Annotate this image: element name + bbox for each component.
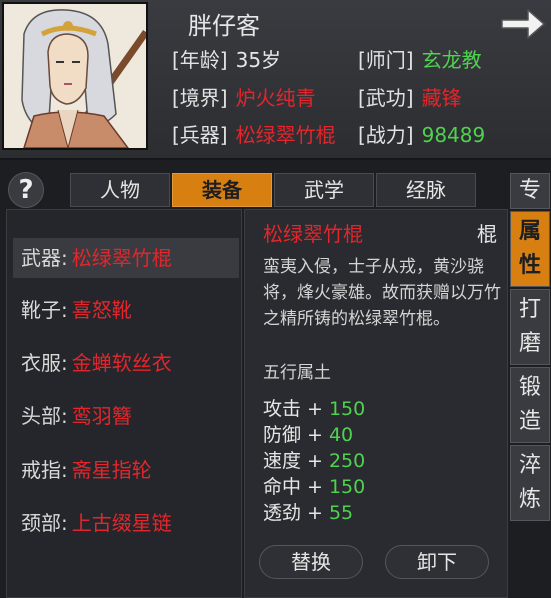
unequip-button[interactable]: 卸下 (385, 545, 489, 579)
slot-weapon-value: 松绿翠竹棍 (71, 246, 172, 270)
attr-value: 150 (328, 398, 366, 420)
character-portrait (2, 2, 148, 150)
stat-sect: [师门] 玄龙教 (358, 45, 482, 75)
tab-equipment[interactable]: 装备 (172, 173, 272, 207)
item-attribute-list: 攻击 +150 防御 +40 速度 +250 命中 +150 透劲 +55 (263, 396, 365, 526)
stat-weapon-value: 松绿翠竹棍 (235, 123, 336, 147)
stat-age-value: 35岁 (235, 48, 282, 72)
stat-weapon-label: [兵器] (172, 123, 228, 147)
slot-boots-label: 靴子: (21, 298, 68, 322)
side-tab-attributes-char-2: 性 (518, 253, 541, 278)
stat-power-label: [战力] (358, 123, 414, 147)
slot-ring-label: 戒指: (21, 458, 68, 482)
stat-sect-label: [师门] (358, 48, 414, 72)
attr-value: 40 (328, 424, 354, 446)
stat-realm-label: [境界] (172, 86, 228, 110)
side-tab-temper[interactable]: 淬 炼 (510, 445, 550, 521)
attr-label: 速度 (263, 450, 302, 472)
attr-value: 55 (328, 502, 354, 524)
stat-age-label: [年龄] (172, 48, 228, 72)
slot-weapon-label: 武器: (21, 246, 68, 270)
slot-clothes-value: 金蝉软丝衣 (71, 351, 172, 375)
attr-value: 150 (328, 476, 366, 498)
item-type: 棍 (477, 222, 497, 246)
slot-neck[interactable]: 颈部: 上古缀星链 (13, 503, 239, 543)
side-tab-polish-char-1: 打 (518, 297, 541, 322)
attr-label: 防御 (263, 424, 302, 446)
equipment-slot-list: 武器: 松绿翠竹棍 靴子: 喜怒靴 衣服: 金蝉软丝衣 头部: 鸾羽簪 戒指: 斋星指轮 … (6, 209, 242, 598)
item-detail-panel: 松绿翠竹棍 棍 蛮夷入侵，士子从戎，黄沙骁将，烽火豪雄。故而获赠以万竹之精所铸的… (244, 209, 508, 598)
attr-row: 防御 +40 (263, 424, 354, 446)
attr-row: 透劲 +55 (263, 502, 354, 524)
side-tab-temper-char-1: 淬 (518, 453, 541, 478)
slot-clothes[interactable]: 衣服: 金蝉软丝衣 (13, 343, 239, 383)
side-tab-exclusive[interactable]: 专 (510, 173, 550, 209)
stat-power: [战力] 98489 (358, 120, 485, 150)
stat-sect-value: 玄龙教 (421, 48, 482, 72)
side-tab-forge-char-1: 锻 (518, 375, 541, 400)
side-tab-polish[interactable]: 打 磨 (510, 289, 550, 365)
stat-realm-value: 炉火纯青 (235, 86, 316, 110)
slot-boots-value: 喜怒靴 (71, 298, 132, 322)
slot-head-value: 鸾羽簪 (71, 404, 132, 428)
attr-row: 速度 +250 (263, 450, 366, 472)
slot-ring-value: 斋星指轮 (71, 458, 152, 482)
side-tab-temper-char-2: 炼 (518, 487, 541, 512)
side-tab-forge[interactable]: 锻 造 (510, 367, 550, 443)
attr-row: 攻击 +150 (263, 398, 366, 420)
attr-row: 命中 +150 (263, 476, 366, 498)
tab-character[interactable]: 人物 (70, 173, 170, 207)
side-tab-exclusive-label: 专 (518, 178, 541, 203)
stat-weapon: [兵器] 松绿翠竹棍 (172, 120, 336, 150)
slot-neck-value: 上古缀星链 (71, 511, 172, 535)
slot-weapon[interactable]: 武器: 松绿翠竹棍 (13, 238, 239, 278)
attr-label: 命中 (263, 476, 302, 498)
side-tab-attributes[interactable]: 属 性 (510, 211, 550, 287)
character-name: 胖仔客 (188, 12, 260, 40)
slot-head[interactable]: 头部: 鸾羽簪 (13, 396, 239, 436)
attr-label: 攻击 (263, 398, 302, 420)
side-tab-polish-char-2: 磨 (518, 331, 541, 356)
stat-skill-label: [武功] (358, 86, 414, 110)
stat-power-value: 98489 (421, 123, 486, 147)
attr-value: 250 (328, 450, 366, 472)
item-element: 五行属土 (263, 363, 331, 383)
slot-clothes-label: 衣服: (21, 351, 68, 375)
stat-skill-value: 藏锋 (421, 86, 462, 110)
stat-realm: [境界] 炉火纯青 (172, 83, 316, 113)
item-description: 蛮夷入侵，士子从戎，黄沙骁将，烽火豪雄。故而获赠以万竹之精所铸的松绿翠竹棍。 (263, 257, 501, 329)
help-icon[interactable]: ? (8, 172, 44, 208)
slot-neck-label: 颈部: (21, 511, 68, 535)
next-arrow-icon[interactable] (498, 4, 546, 44)
stat-age: [年龄] 35岁 (172, 45, 281, 75)
slot-ring[interactable]: 戒指: 斋星指轮 (13, 450, 239, 490)
slot-head-label: 头部: (21, 404, 68, 428)
stat-skill: [武功] 藏锋 (358, 83, 462, 113)
tab-meridians[interactable]: 经脉 (376, 173, 476, 207)
replace-button[interactable]: 替换 (259, 545, 363, 579)
item-name: 松绿翠竹棍 (263, 222, 363, 246)
tab-martial-arts[interactable]: 武学 (274, 173, 374, 207)
character-header: 胖仔客 [年龄] 35岁 [师门] 玄龙教 [境界] 炉火纯青 [武功] 藏锋 [兵器]… (0, 0, 551, 160)
slot-boots[interactable]: 靴子: 喜怒靴 (13, 290, 239, 330)
side-tab-attributes-char-1: 属 (518, 219, 541, 244)
attr-label: 透劲 (263, 502, 302, 524)
side-tab-forge-char-2: 造 (518, 409, 541, 434)
